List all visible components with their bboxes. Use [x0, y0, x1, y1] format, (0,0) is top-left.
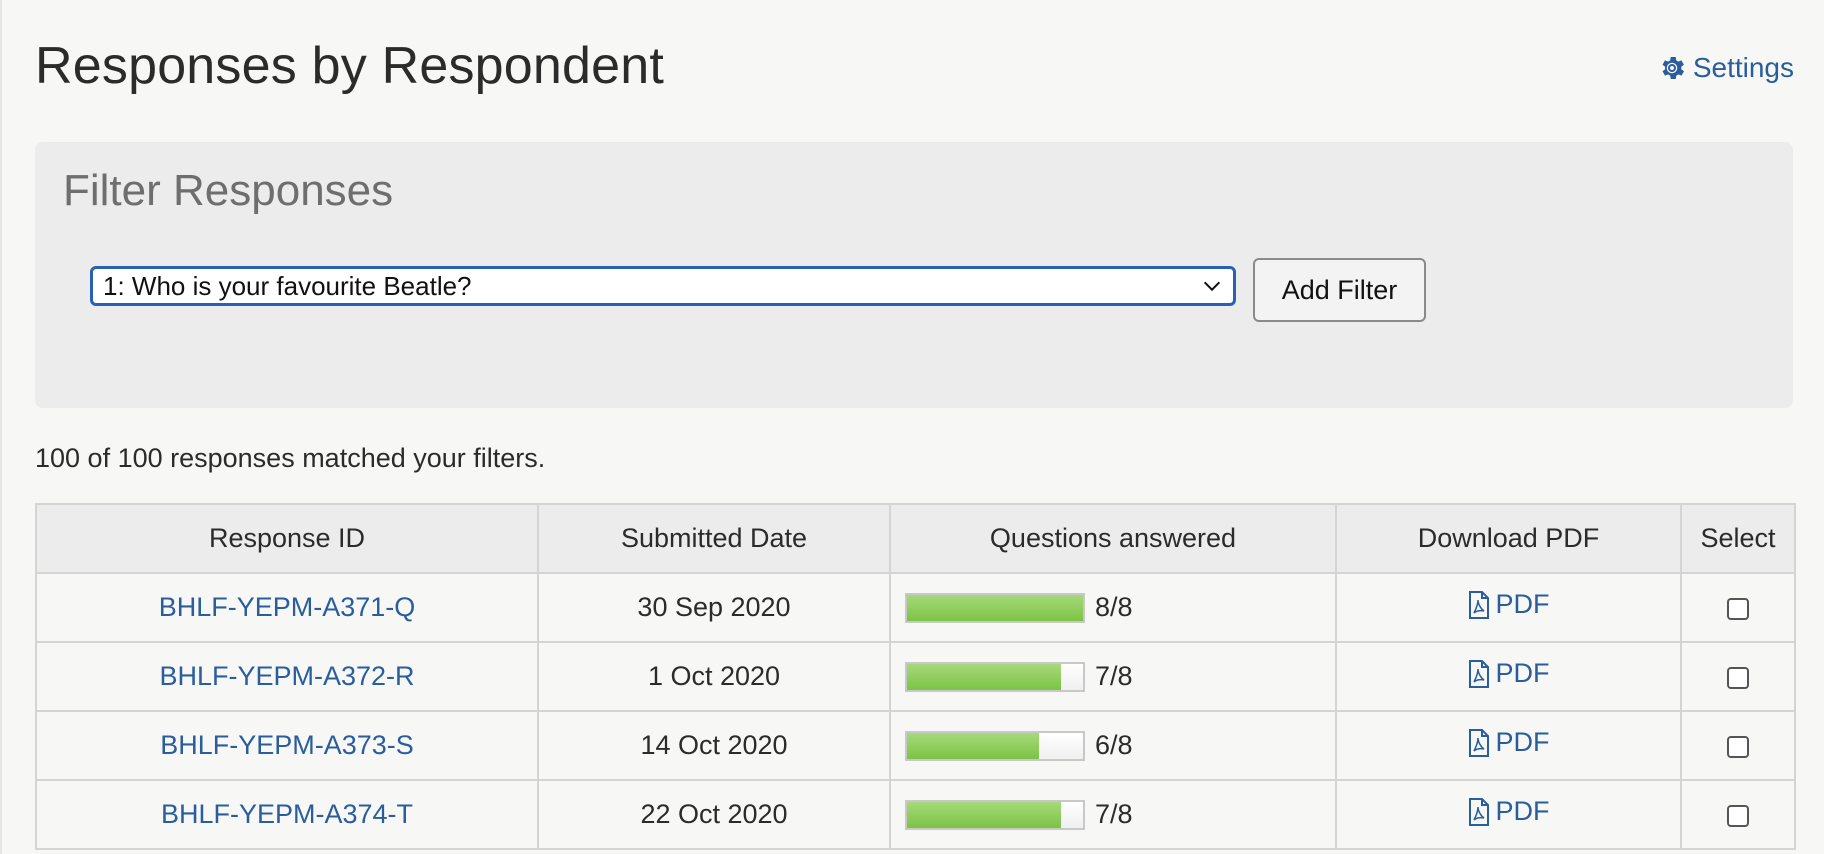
pdf-file-icon: [1468, 728, 1489, 757]
column-header-questions-answered: Questions answered: [889, 503, 1337, 574]
response-id-cell: BHLF-YEPM-A371-Q: [35, 572, 539, 643]
submitted-date-cell: 30 Sep 2020: [537, 572, 891, 643]
select-cell: [1680, 710, 1796, 781]
pdf-label: PDF: [1495, 589, 1550, 620]
response-id-link[interactable]: BHLF-YEPM-A373-S: [160, 730, 414, 760]
progress-bar-fill: [907, 801, 1061, 828]
response-id-link[interactable]: BHLF-YEPM-A374-T: [161, 799, 413, 829]
answered-count: 7/8: [1095, 799, 1133, 829]
settings-link[interactable]: Settings: [1657, 52, 1794, 84]
page-header: Responses by Respondent Settings: [35, 30, 1794, 110]
select-value: 1: Who is your favourite Beatle?: [103, 270, 472, 301]
progress-bar: [905, 799, 1085, 830]
submitted-date-cell: 1 Oct 2020: [537, 641, 891, 712]
chevron-down-icon: [1203, 281, 1221, 292]
progress-bar-fill: [907, 594, 1083, 621]
filter-title: Filter Responses: [63, 166, 394, 215]
response-id-link[interactable]: BHLF-YEPM-A371-Q: [159, 592, 416, 622]
select-cell: [1680, 572, 1796, 643]
match-count: 100 of 100 responses matched your filter…: [35, 443, 546, 473]
table-row: BHLF-YEPM-A371-Q 30 Sep 2020 8/8 PDF: [35, 572, 1796, 643]
row-select-checkbox[interactable]: [1727, 597, 1749, 620]
progress-bar-fill: [907, 732, 1039, 759]
download-pdf-cell: PDF: [1335, 572, 1682, 643]
pdf-file-icon: [1468, 590, 1489, 619]
download-pdf-link[interactable]: PDF: [1468, 727, 1550, 758]
table-body: BHLF-YEPM-A371-Q 30 Sep 2020 8/8 PDF BHL…: [35, 572, 1796, 850]
column-header-response-id: Response ID: [35, 503, 539, 574]
response-id-link[interactable]: BHLF-YEPM-A372-R: [159, 661, 414, 691]
pdf-file-icon: [1468, 659, 1489, 688]
table-row: BHLF-YEPM-A372-R 1 Oct 2020 7/8 PDF: [35, 641, 1796, 712]
column-header-submitted-date: Submitted Date: [537, 503, 891, 574]
row-select-checkbox[interactable]: [1727, 804, 1749, 827]
column-header-download-pdf: Download PDF: [1335, 503, 1682, 574]
responses-table: Response ID Submitted Date Questions ans…: [35, 503, 1796, 850]
answered-count: 7/8: [1095, 661, 1133, 691]
select-cell: [1680, 779, 1796, 850]
pdf-file-icon: [1468, 797, 1489, 826]
download-pdf-link[interactable]: PDF: [1468, 658, 1550, 689]
table-header-row: Response ID Submitted Date Questions ans…: [35, 503, 1796, 574]
answered-count: 8/8: [1095, 592, 1133, 622]
submitted-date-cell: 22 Oct 2020: [537, 779, 891, 850]
pdf-label: PDF: [1495, 658, 1550, 689]
progress-bar: [905, 661, 1085, 692]
pdf-label: PDF: [1495, 727, 1550, 758]
filter-panel: Filter Responses 1: Who is your favourit…: [35, 142, 1793, 408]
questions-answered-cell: 7/8: [889, 779, 1337, 850]
page-left-edge: [0, 0, 2, 854]
response-id-cell: BHLF-YEPM-A372-R: [35, 641, 539, 712]
row-select-checkbox[interactable]: [1727, 735, 1749, 758]
table-row: BHLF-YEPM-A373-S 14 Oct 2020 6/8 PDF: [35, 710, 1796, 781]
submitted-date-cell: 14 Oct 2020: [537, 710, 891, 781]
questions-answered-cell: 7/8: [889, 641, 1337, 712]
download-pdf-cell: PDF: [1335, 641, 1682, 712]
download-pdf-link[interactable]: PDF: [1468, 589, 1550, 620]
response-id-cell: BHLF-YEPM-A373-S: [35, 710, 539, 781]
column-header-select: Select: [1680, 503, 1796, 574]
download-pdf-link[interactable]: PDF: [1468, 796, 1550, 827]
download-pdf-cell: PDF: [1335, 779, 1682, 850]
add-filter-button[interactable]: Add Filter: [1253, 258, 1426, 322]
progress-bar: [905, 730, 1085, 761]
question-filter-select[interactable]: 1: Who is your favourite Beatle?: [90, 266, 1236, 306]
response-id-cell: BHLF-YEPM-A374-T: [35, 779, 539, 850]
questions-answered-cell: 8/8: [889, 572, 1337, 643]
pdf-label: PDF: [1495, 796, 1550, 827]
download-pdf-cell: PDF: [1335, 710, 1682, 781]
select-cell: [1680, 641, 1796, 712]
progress-bar: [905, 592, 1085, 623]
answered-count: 6/8: [1095, 730, 1133, 760]
row-select-checkbox[interactable]: [1727, 666, 1749, 689]
progress-bar-fill: [907, 663, 1061, 690]
gear-icon: [1662, 57, 1684, 79]
table-row: BHLF-YEPM-A374-T 22 Oct 2020 7/8 PDF: [35, 779, 1796, 850]
questions-answered-cell: 6/8: [889, 710, 1337, 781]
settings-label: Settings: [1692, 52, 1794, 83]
page-title: Responses by Respondent: [35, 37, 665, 95]
